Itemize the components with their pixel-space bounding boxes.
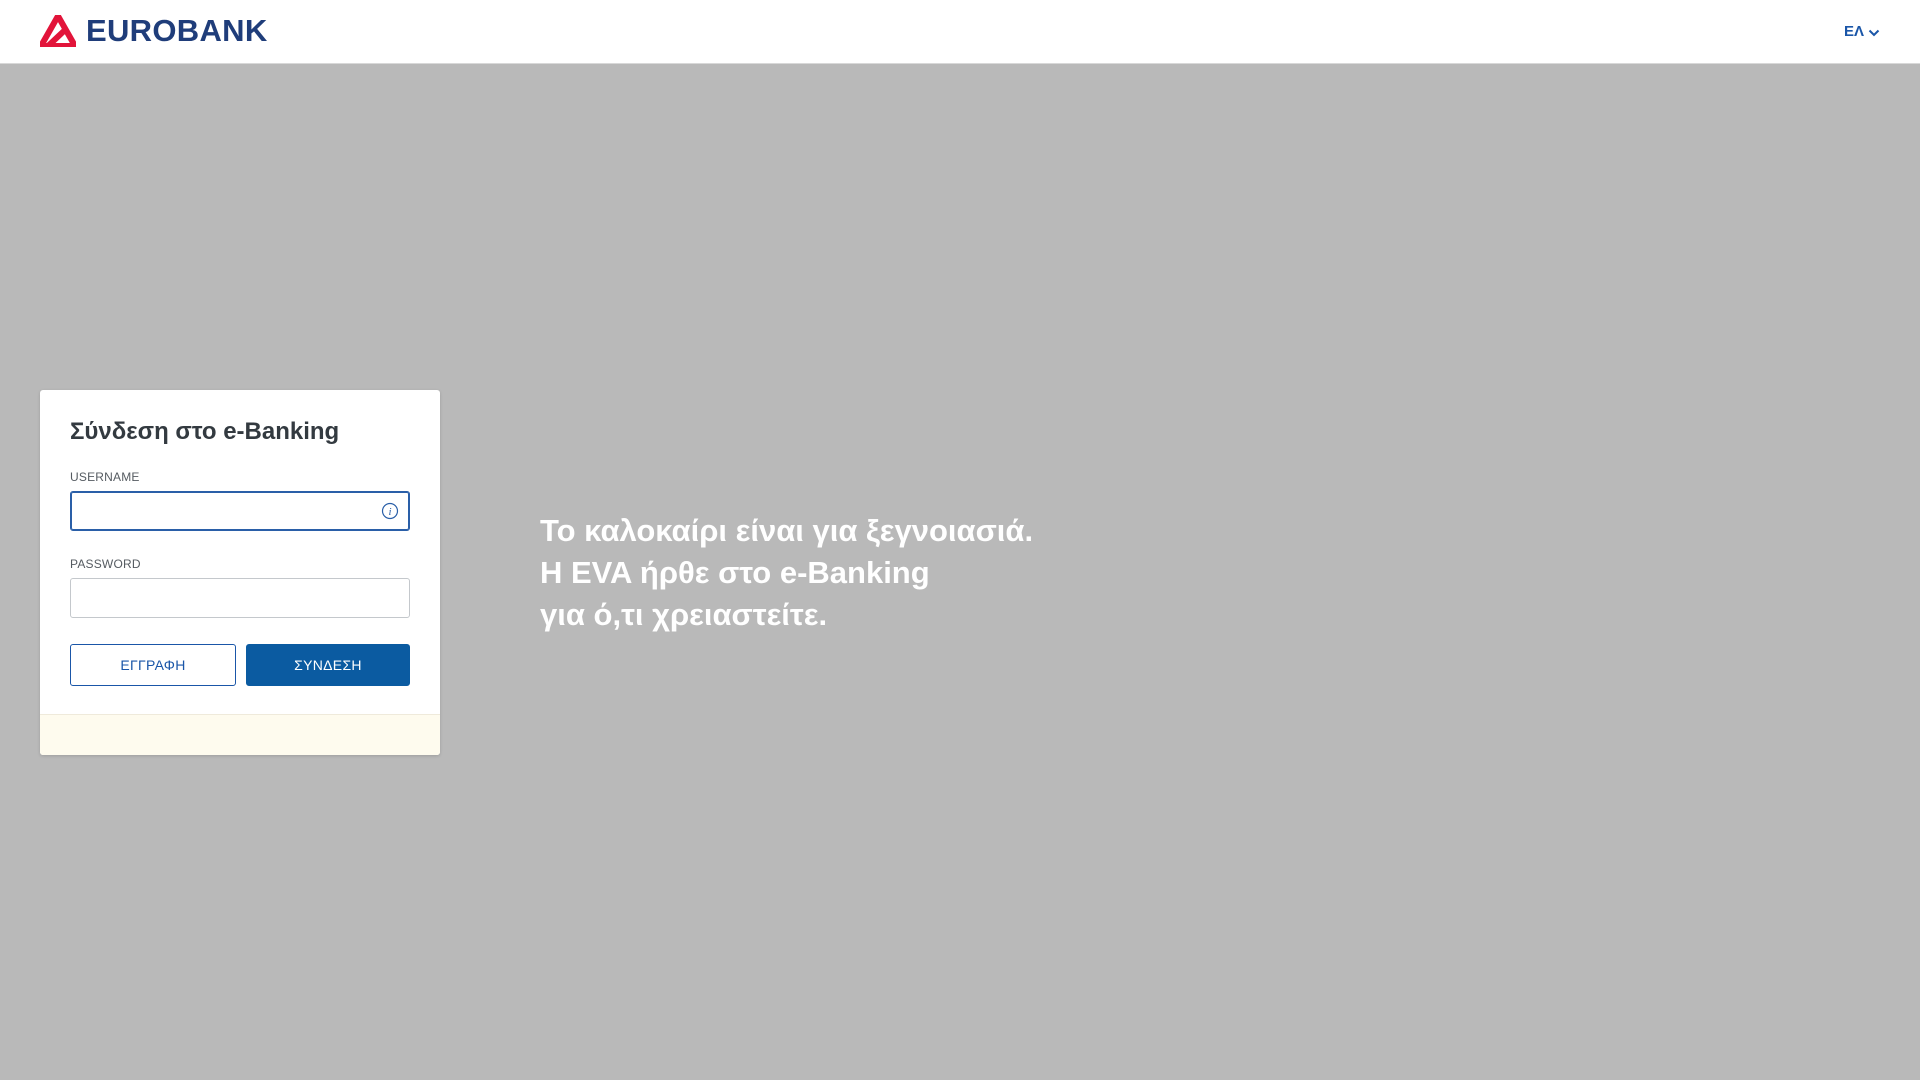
login-form: Σύνδεση στο e-Banking USERNAME i PASSWOR… bbox=[40, 390, 440, 714]
promo-line: για ό,τι χρειαστείτε. bbox=[540, 597, 828, 632]
username-label: USERNAME bbox=[70, 470, 140, 484]
username-field-wrapper: i bbox=[70, 491, 410, 531]
chevron-down-icon bbox=[1868, 29, 1880, 37]
svg-text:i: i bbox=[388, 506, 391, 518]
login-title: Σύνδεση στο e-Banking bbox=[70, 418, 340, 445]
promo-line: Το καλοκαίρι είναι για ξεγνοιασιά. bbox=[540, 513, 1034, 548]
password-field-wrapper bbox=[70, 578, 410, 618]
eurobank-logo[interactable]: EUROBANK bbox=[40, 13, 268, 48]
language-label: ΕΛ bbox=[1843, 23, 1864, 40]
brand-name: EUROBANK bbox=[86, 13, 268, 48]
login-card-footer bbox=[40, 714, 440, 755]
info-icon[interactable]: i bbox=[381, 502, 399, 520]
login-actions: ΕΓΓΡΑΦΗ ΣΥΝΔΕΣΗ bbox=[70, 644, 410, 686]
login-card: Σύνδεση στο e-Banking USERNAME i PASSWOR… bbox=[40, 390, 440, 755]
username-input[interactable] bbox=[70, 491, 410, 531]
password-input[interactable] bbox=[70, 578, 410, 618]
register-button[interactable]: ΕΓΓΡΑΦΗ bbox=[70, 644, 236, 686]
login-button[interactable]: ΣΥΝΔΕΣΗ bbox=[246, 644, 410, 686]
eurobank-logo-icon bbox=[40, 15, 76, 47]
promo-line: Η EVA ήρθε στο e-Banking bbox=[540, 555, 930, 590]
language-selector[interactable]: ΕΛ bbox=[1844, 23, 1880, 40]
promo-message: Το καλοκαίρι είναι για ξεγνοιασιά. Η EVA… bbox=[540, 510, 1033, 636]
top-header: EUROBANK ΕΛ bbox=[0, 0, 1920, 64]
password-label: PASSWORD bbox=[70, 557, 141, 571]
